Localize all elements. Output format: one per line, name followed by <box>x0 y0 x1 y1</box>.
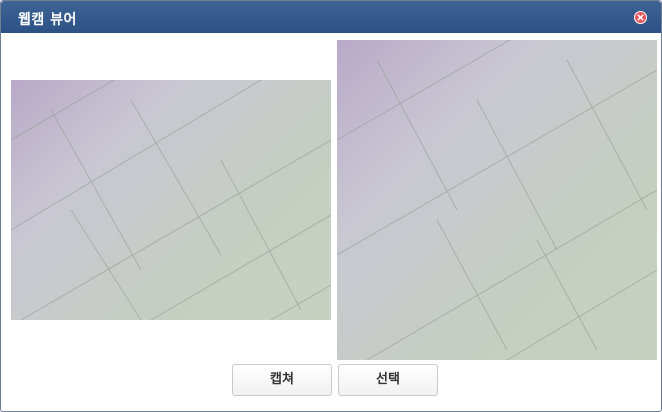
webcam-live-feed <box>11 80 331 320</box>
capture-button[interactable]: 캡쳐 <box>232 364 332 396</box>
captured-image <box>337 40 657 360</box>
webcam-viewer-dialog: 웹캠 뷰어 캡쳐 선택 <box>0 0 662 412</box>
select-button[interactable]: 선택 <box>338 364 438 396</box>
close-icon[interactable] <box>634 11 647 24</box>
dialog-titlebar[interactable]: 웹캠 뷰어 <box>1 1 661 33</box>
dialog-title: 웹캠 뷰어 <box>18 12 77 28</box>
